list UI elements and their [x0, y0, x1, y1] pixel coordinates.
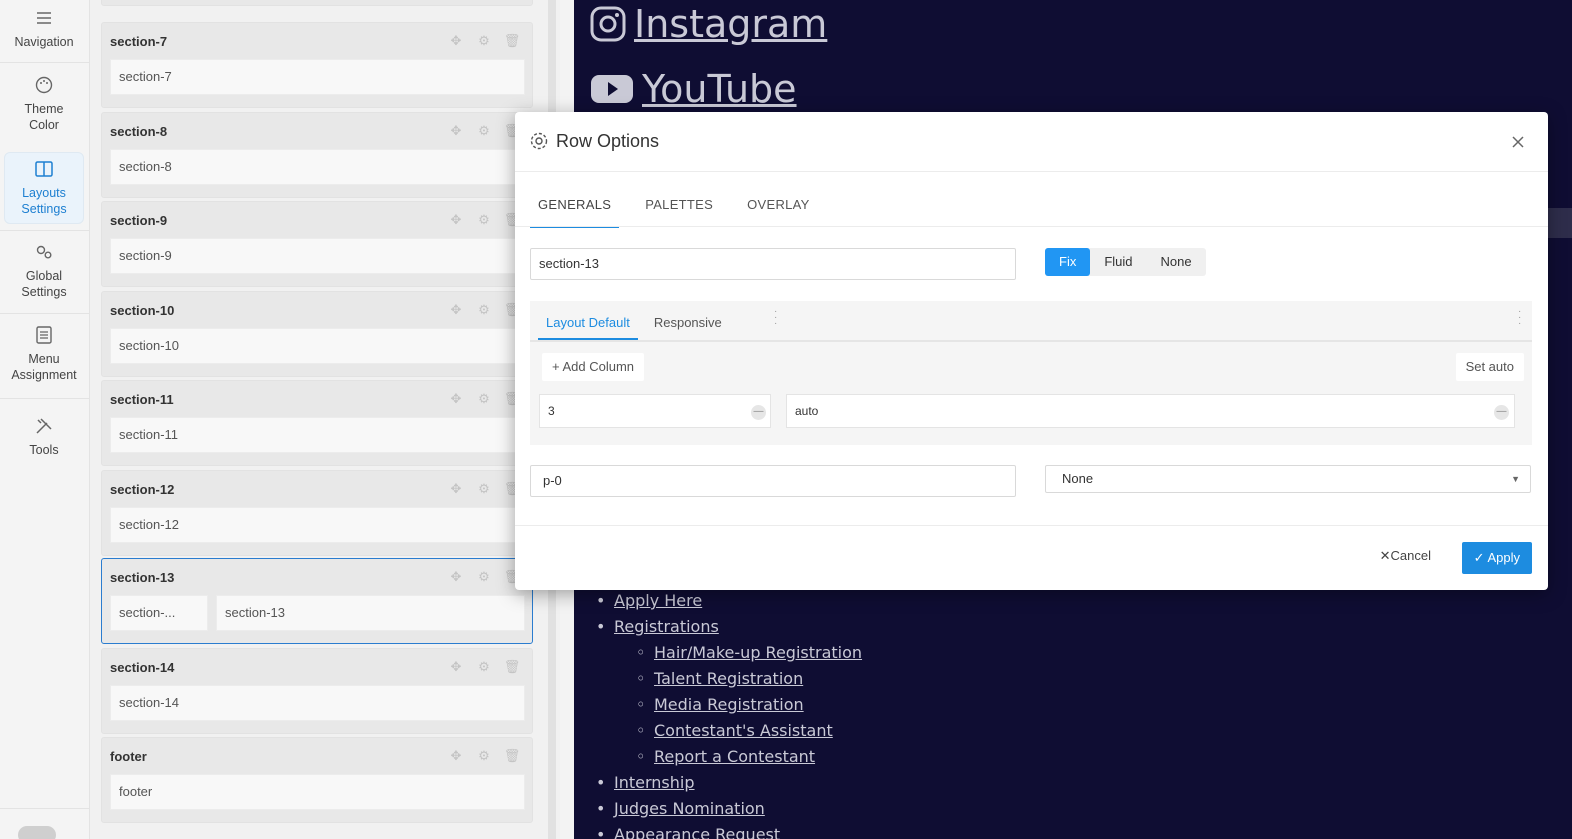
row-name-input[interactable]: section-13: [530, 248, 1016, 280]
row-options-modal: Row Options GENERALS PALETTES OVERLAY se…: [515, 112, 1548, 590]
add-column-button[interactable]: + Add Column: [542, 353, 645, 381]
container-type-toggle: Fix Fluid None: [1045, 248, 1206, 276]
set-auto-button[interactable]: Set auto: [1455, 353, 1524, 381]
column-width-value: auto: [795, 404, 819, 418]
add-column-label: Add Column: [562, 359, 635, 374]
cancel-label: Cancel: [1390, 548, 1431, 563]
option-fix[interactable]: Fix: [1045, 248, 1091, 276]
tab-responsive[interactable]: Responsive: [646, 305, 730, 340]
modal-footer: ✕Cancel ✓ Apply: [515, 525, 1548, 590]
resize-handle-icon[interactable]: · · ·: [1518, 307, 1521, 329]
modal-header: Row Options: [515, 112, 1548, 172]
close-icon: ✕: [1379, 548, 1391, 563]
plus-icon: +: [552, 359, 560, 374]
layout-tabs-divider: [530, 340, 1532, 342]
option-none[interactable]: None: [1147, 248, 1206, 276]
modal-title: Row Options: [556, 131, 660, 151]
column-width-value: 3: [548, 404, 555, 418]
modal-tabs: GENERALS PALETTES OVERLAY: [530, 188, 836, 228]
caret-down-icon: ▼: [1511, 474, 1520, 484]
close-icon[interactable]: [1510, 134, 1526, 150]
gear-icon: [530, 132, 548, 150]
option-fluid[interactable]: Fluid: [1090, 248, 1146, 276]
tab-layout-default[interactable]: Layout Default: [538, 305, 638, 340]
remove-column-icon[interactable]: —: [751, 405, 766, 420]
cancel-button[interactable]: ✕Cancel: [1380, 548, 1431, 564]
apply-button[interactable]: ✓ Apply: [1461, 542, 1532, 574]
tab-generals[interactable]: GENERALS: [530, 188, 620, 228]
column-width-field[interactable]: auto —: [786, 394, 1515, 428]
layout-tabs: Layout Default Responsive: [538, 305, 730, 340]
resize-handle-icon[interactable]: · · ·: [774, 307, 777, 329]
column-width-field[interactable]: 3 —: [539, 394, 771, 428]
row-select[interactable]: None ▼: [1045, 465, 1531, 493]
select-value: None: [1062, 471, 1094, 486]
tab-palettes[interactable]: PALETTES: [637, 188, 721, 228]
remove-column-icon[interactable]: —: [1494, 405, 1509, 420]
row-class-input[interactable]: p-0: [530, 465, 1016, 497]
check-icon: ✓: [1473, 550, 1485, 565]
tab-overlay[interactable]: OVERLAY: [739, 188, 818, 228]
tabs-divider: [515, 226, 1548, 227]
layout-editor: Layout Default Responsive + Add Column S…: [530, 301, 1532, 445]
apply-label: Apply: [1487, 550, 1520, 565]
